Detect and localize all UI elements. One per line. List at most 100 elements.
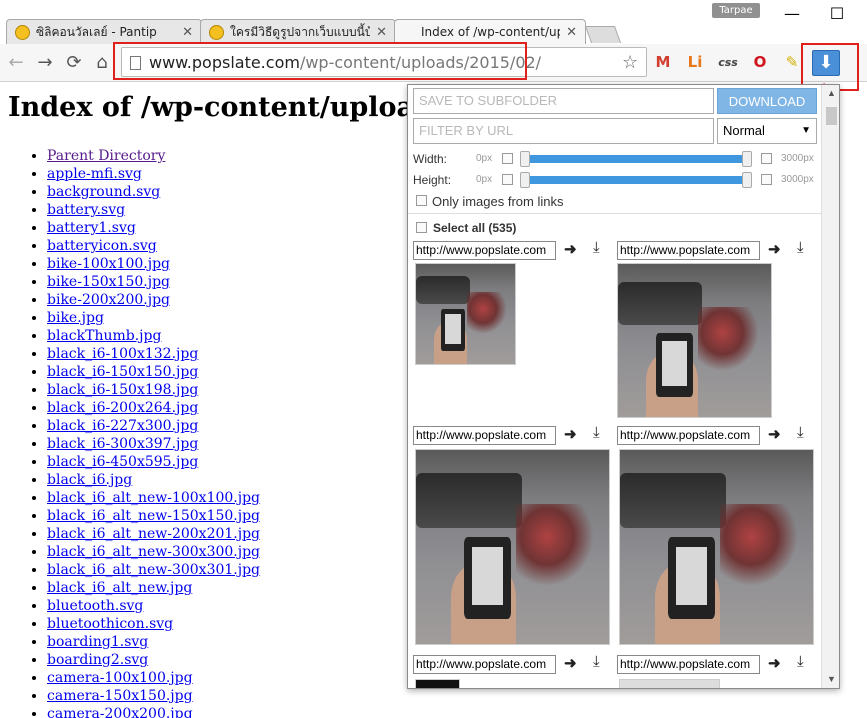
download-button[interactable]: DOWNLOAD [717, 88, 817, 114]
file-link[interactable]: black_i6-227x300.jpg [47, 418, 198, 434]
image-url-field[interactable]: http://www.popslate.com [617, 655, 760, 674]
profile-badge[interactable]: Tarpae [712, 3, 760, 18]
image-thumbnail[interactable] [619, 449, 814, 645]
file-link[interactable]: black_i6-450x595.jpg [47, 454, 198, 470]
filter-url-input[interactable]: FILTER BY URL [413, 118, 714, 144]
file-link[interactable]: batteryicon.svg [47, 238, 157, 254]
scroll-down-icon[interactable]: ▼ [827, 674, 836, 684]
height-min-handle[interactable] [520, 172, 530, 188]
image-thumbnail[interactable] [415, 449, 610, 645]
download-image-icon[interactable]: ⤓ [797, 239, 804, 256]
scroll-thumb[interactable] [826, 107, 837, 125]
file-link[interactable]: blackThumb.jpg [47, 328, 161, 344]
file-link[interactable]: camera-100x100.jpg [47, 670, 193, 686]
file-link[interactable]: black_i6_alt_new-300x300.jpg [47, 544, 260, 560]
file-list-item: batteryicon.svg [47, 237, 260, 255]
close-icon[interactable]: ✕ [566, 25, 577, 40]
select-all-checkbox[interactable] [416, 222, 427, 233]
tab-pantip-question[interactable]: ใครมีวิธีดูรูปจากเว็บแบบนี้บ้า ✕ [200, 19, 396, 44]
file-link[interactable]: black_i6-300x397.jpg [47, 436, 198, 452]
file-link[interactable]: bluetooth.svg [47, 598, 143, 614]
file-link[interactable]: black_i6_alt_new-150x150.jpg [47, 508, 260, 524]
close-icon[interactable]: ✕ [182, 25, 193, 40]
download-image-icon[interactable]: ⤓ [593, 653, 600, 670]
download-image-icon[interactable]: ⤓ [593, 239, 600, 256]
file-link[interactable]: black_i6_alt_new-300x301.jpg [47, 562, 260, 578]
open-image-icon[interactable]: ➜ [564, 654, 577, 672]
css-icon[interactable]: css [717, 56, 739, 69]
file-link[interactable]: black_i6_alt_new.jpg [47, 580, 192, 596]
file-link[interactable]: black_i6.jpg [47, 472, 132, 488]
new-tab-button[interactable] [584, 26, 622, 43]
gmail-icon[interactable]: M [652, 53, 674, 71]
file-link[interactable]: bike.jpg [47, 310, 104, 326]
download-image-icon[interactable]: ⤓ [797, 424, 804, 441]
file-link[interactable]: background.svg [47, 184, 160, 200]
file-link[interactable]: bluetoothicon.svg [47, 616, 173, 632]
height-max-handle[interactable] [742, 172, 752, 188]
popup-scrollbar[interactable]: ▲ ▼ [821, 85, 839, 688]
file-link[interactable]: boarding2.svg [47, 652, 148, 668]
file-link[interactable]: black_i6-200x264.jpg [47, 400, 198, 416]
close-icon[interactable]: ✕ [376, 25, 387, 40]
open-image-icon[interactable]: ➜ [768, 654, 781, 672]
image-thumbnail[interactable] [415, 263, 516, 365]
width-label: Width: [413, 152, 448, 166]
file-link[interactable]: black_i6_alt_new-100x100.jpg [47, 490, 260, 506]
back-icon[interactable]: ← [5, 52, 27, 73]
extension-li-icon[interactable]: Li [684, 53, 706, 71]
file-link[interactable]: black_i6-150x198.jpg [47, 382, 198, 398]
download-image-icon[interactable]: ⤓ [593, 424, 600, 441]
download-image-icon[interactable]: ⤓ [797, 653, 804, 670]
file-link[interactable]: black_i6-150x150.jpg [47, 364, 198, 380]
home-icon[interactable]: ⌂ [91, 52, 113, 73]
file-link[interactable]: camera-200x200.jpg [47, 706, 193, 718]
image-thumbnail[interactable] [617, 263, 772, 418]
tab-index-uploads[interactable]: Index of /wp-content/uplo ✕ [394, 19, 586, 44]
height-slider[interactable] [523, 176, 751, 184]
width-max-checkbox[interactable] [761, 153, 772, 164]
reload-icon[interactable]: ⟳ [63, 52, 85, 73]
file-link[interactable]: battery1.svg [47, 220, 136, 236]
file-link[interactable]: battery.svg [47, 202, 125, 218]
opera-icon[interactable]: O [749, 53, 771, 71]
height-min-checkbox[interactable] [502, 174, 513, 185]
file-list-item: black_i6-150x198.jpg [47, 381, 260, 399]
bookmark-star-icon[interactable]: ☆ [622, 52, 638, 73]
file-link[interactable]: apple-mfi.svg [47, 166, 142, 182]
image-url-field[interactable]: http://www.popslate.com [413, 241, 556, 260]
file-list-item: black_i6_alt_new.jpg [47, 579, 260, 597]
width-min-handle[interactable] [520, 151, 530, 167]
width-min-checkbox[interactable] [502, 153, 513, 164]
only-links-checkbox[interactable] [416, 195, 427, 206]
image-url-field[interactable]: http://www.popslate.com [413, 426, 556, 445]
image-thumbnail[interactable] [619, 679, 720, 688]
open-image-icon[interactable]: ➜ [564, 425, 577, 443]
image-thumbnail[interactable] [415, 679, 460, 688]
file-link[interactable]: boarding1.svg [47, 634, 148, 650]
highlighter-icon[interactable]: ✎ [781, 53, 803, 71]
height-max-checkbox[interactable] [761, 174, 772, 185]
file-link[interactable]: black_i6_alt_new-200x201.jpg [47, 526, 260, 542]
file-link[interactable]: bike-100x100.jpg [47, 256, 170, 272]
open-image-icon[interactable]: ➜ [768, 425, 781, 443]
minimize-icon[interactable]: — [777, 4, 807, 23]
file-link[interactable]: bike-150x150.jpg [47, 274, 170, 290]
width-slider[interactable] [523, 155, 751, 163]
file-link[interactable]: black_i6-100x132.jpg [47, 346, 198, 362]
subfolder-input[interactable]: SAVE TO SUBFOLDER [413, 88, 714, 114]
forward-icon[interactable]: → [34, 52, 56, 73]
maximize-icon[interactable]: ☐ [822, 4, 852, 23]
open-image-icon[interactable]: ➜ [768, 240, 781, 258]
parent-directory-link[interactable]: Parent Directory [47, 148, 165, 164]
image-url-field[interactable]: http://www.popslate.com [413, 655, 556, 674]
image-url-field[interactable]: http://www.popslate.com [617, 426, 760, 445]
tab-pantip[interactable]: ซิลิคอนวัลเลย์ - Pantip ✕ [6, 19, 202, 44]
scroll-up-icon[interactable]: ▲ [827, 88, 836, 98]
open-image-icon[interactable]: ➜ [564, 240, 577, 258]
file-link[interactable]: bike-200x200.jpg [47, 292, 170, 308]
image-url-field[interactable]: http://www.popslate.com [617, 241, 760, 260]
file-link[interactable]: camera-150x150.jpg [47, 688, 193, 704]
width-max-handle[interactable] [742, 151, 752, 167]
filter-mode-select[interactable]: Normal ▼ [717, 118, 817, 144]
